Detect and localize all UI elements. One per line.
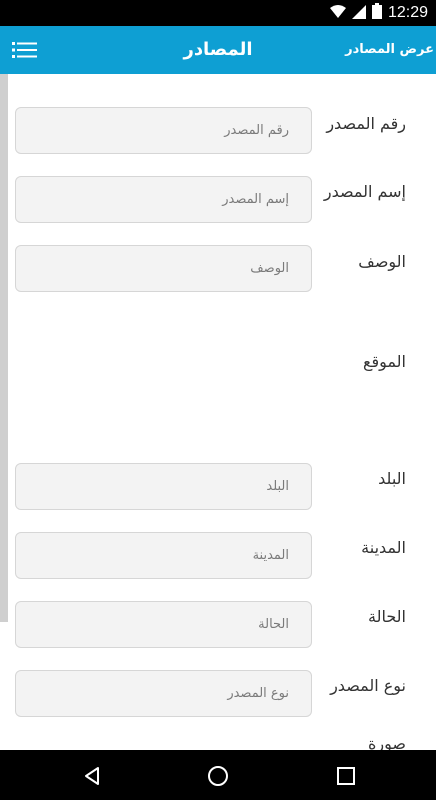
city-input[interactable] <box>15 532 312 579</box>
source-number-label: رقم المصدر <box>326 114 406 133</box>
home-icon[interactable] <box>206 764 230 788</box>
source-name-input[interactable] <box>15 176 312 223</box>
signal-icon <box>351 4 366 23</box>
country-input[interactable] <box>15 463 312 510</box>
navigation-bar <box>0 750 436 800</box>
description-input[interactable] <box>15 245 312 292</box>
form-content[interactable]: رقم المصدر إسم المصدر الوصف الموقع البلد… <box>0 74 436 750</box>
status-input[interactable] <box>15 601 312 648</box>
description-label: الوصف <box>358 252 406 271</box>
city-label: المدينة <box>361 538 406 557</box>
wifi-icon <box>329 4 346 23</box>
source-number-input[interactable] <box>15 107 312 154</box>
back-icon[interactable] <box>80 764 104 788</box>
battery-icon <box>371 3 382 23</box>
status-time: 12:29 <box>387 4 428 21</box>
recents-icon[interactable] <box>334 764 358 788</box>
location-label: الموقع <box>363 352 406 371</box>
view-sources-link[interactable]: عرض المصادر <box>345 26 434 74</box>
source-name-label: إسم المصدر <box>323 182 406 201</box>
app-bar: المصادر عرض المصادر <box>0 26 436 74</box>
status-bar: 12:29 <box>0 0 436 26</box>
source-type-input[interactable] <box>15 670 312 717</box>
status-label: الحالة <box>368 607 406 626</box>
image-label: صورة <box>368 734 406 750</box>
menu-icon[interactable] <box>12 40 38 60</box>
country-label: البلد <box>378 469 406 488</box>
source-type-label: نوع المصدر <box>330 676 406 695</box>
scrollbar[interactable] <box>0 74 8 622</box>
